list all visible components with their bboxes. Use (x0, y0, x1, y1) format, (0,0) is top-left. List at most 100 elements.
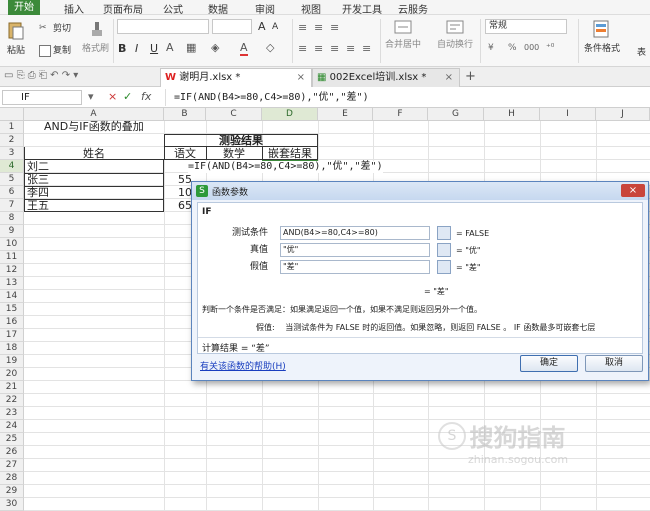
row-header[interactable]: 10 (0, 238, 24, 251)
row-header[interactable]: 29 (0, 485, 24, 498)
column-header-b[interactable]: B (164, 108, 206, 121)
menu-view[interactable]: 视图 (301, 1, 321, 16)
row-header[interactable]: 2 (0, 134, 24, 147)
collapse-dialog-icon[interactable] (437, 243, 451, 257)
row-header[interactable]: 14 (0, 290, 24, 303)
close-icon[interactable]: × (445, 69, 453, 87)
cell-b2[interactable]: 测验结果 (164, 135, 318, 147)
in-cell-formula[interactable]: =IF(AND(B4>=80,C4>=80),"优","差") (188, 161, 383, 173)
row-header[interactable]: 25 (0, 433, 24, 446)
true-value-input[interactable]: "优" (280, 243, 430, 257)
row-header[interactable]: 22 (0, 394, 24, 407)
row-header[interactable]: 27 (0, 459, 24, 472)
row-header[interactable]: 23 (0, 407, 24, 420)
cell-a5[interactable]: 张三 (27, 174, 49, 186)
quick-access-icons[interactable]: ▭ ⎘ ⎙ ⎗ ↶ ↷ ▾ (4, 70, 78, 81)
row-header[interactable]: 24 (0, 420, 24, 433)
menu-home[interactable]: 开始 (8, 0, 40, 15)
formula-input[interactable]: =IF(AND(B4>=80,C4>=80),"优","差") (165, 89, 650, 106)
italic-button[interactable]: I (135, 42, 138, 55)
menu-data[interactable]: 数据 (208, 1, 228, 16)
increase-decimal-icon[interactable]: ⁺⁰ (546, 43, 554, 53)
dialog-title-bar[interactable]: S 函数参数 × (192, 182, 648, 200)
cell-d3[interactable]: 嵌套结果 (262, 148, 318, 160)
cut-button[interactable]: ✂ 剪切 (39, 21, 71, 35)
row-header[interactable]: 15 (0, 303, 24, 316)
menu-cloud[interactable]: 云服务 (398, 1, 428, 16)
clear-format-icon[interactable]: ◇ (266, 41, 274, 54)
cancel-button[interactable]: 取消 (585, 355, 643, 372)
row-header[interactable]: 3 (0, 147, 24, 160)
border-icon[interactable]: ▦ (186, 41, 196, 54)
close-icon[interactable]: × (297, 69, 305, 87)
row-header[interactable]: 28 (0, 472, 24, 485)
row-header[interactable]: 30 (0, 498, 24, 511)
underline-button[interactable]: U (150, 42, 158, 55)
column-header-j[interactable]: J (596, 108, 650, 121)
row-header[interactable]: 9 (0, 225, 24, 238)
justify-icon[interactable]: ≡ (346, 42, 355, 55)
cell-b7[interactable]: 65 (178, 200, 192, 212)
cell-b3[interactable]: 语文 (164, 148, 206, 160)
row-header[interactable]: 18 (0, 342, 24, 355)
corner-select-all[interactable] (0, 108, 24, 121)
text-color-icon[interactable]: A (240, 41, 248, 56)
collapse-dialog-icon[interactable] (437, 226, 451, 240)
column-header-g[interactable]: G (428, 108, 484, 121)
cell-a4[interactable]: 刘二 (27, 161, 49, 173)
align-center-icon[interactable]: ≡ (314, 42, 323, 55)
row-header[interactable]: 19 (0, 355, 24, 368)
font-name-select[interactable] (117, 19, 209, 34)
column-header-c[interactable]: C (206, 108, 262, 121)
row-header[interactable]: 20 (0, 368, 24, 381)
align-left-icon[interactable]: ≡ (298, 42, 307, 55)
ok-button[interactable]: 确定 (520, 355, 578, 372)
row-header[interactable]: 12 (0, 264, 24, 277)
menu-developer[interactable]: 开发工具 (342, 1, 382, 16)
doc-tab[interactable]: ▦ 002Excel培训.xlsx * × (312, 68, 460, 87)
row-header[interactable]: 21 (0, 381, 24, 394)
bold-button[interactable]: B (118, 42, 126, 55)
cancel-icon[interactable]: × (108, 90, 117, 103)
align-right-icon[interactable]: ≡ (330, 42, 339, 55)
menu-review[interactable]: 审阅 (255, 1, 275, 16)
name-box[interactable]: IF (2, 90, 82, 105)
confirm-icon[interactable]: ✓ (123, 90, 132, 103)
table-style-button[interactable]: 表 (637, 45, 646, 58)
row-header[interactable]: 4 (0, 160, 24, 173)
row-header[interactable]: 8 (0, 212, 24, 225)
test-condition-input[interactable]: AND(B4>=80,C4>=80) (280, 226, 430, 240)
align-middle-icon[interactable]: ≡ (314, 21, 323, 34)
font-size-select[interactable] (212, 19, 252, 34)
column-header-h[interactable]: H (484, 108, 540, 121)
fill-color-icon[interactable]: ◈ (211, 41, 219, 54)
distribute-icon[interactable]: ≡ (362, 42, 371, 55)
row-header[interactable]: 16 (0, 316, 24, 329)
wrap-text-button[interactable]: 自动换行 (437, 20, 473, 50)
percent-button[interactable]: % (508, 43, 517, 53)
grow-font-button[interactable]: A (258, 20, 266, 33)
menu-insert[interactable]: 插入 (64, 1, 84, 16)
close-icon[interactable]: × (621, 184, 645, 197)
false-value-input[interactable]: "差" (280, 260, 430, 274)
merge-center-button[interactable]: 合并居中 (385, 20, 421, 50)
cell-a6[interactable]: 李四 (27, 187, 49, 199)
currency-icon[interactable]: ¥ (488, 43, 494, 53)
new-tab-icon[interactable]: + (465, 69, 476, 84)
row-header[interactable]: 5 (0, 173, 24, 186)
number-format-select[interactable]: 常规 (485, 19, 567, 34)
conditional-format-button[interactable]: 条件格式 (584, 20, 620, 54)
cell-a3[interactable]: 姓名 (24, 148, 164, 160)
column-header-i[interactable]: I (540, 108, 596, 121)
column-header-f[interactable]: F (373, 108, 428, 121)
row-header[interactable]: 11 (0, 251, 24, 264)
row-header[interactable]: 26 (0, 446, 24, 459)
column-header-d[interactable]: D (262, 108, 318, 121)
paste-button[interactable]: 粘贴 (6, 20, 26, 56)
cell-c3[interactable]: 数学 (206, 148, 262, 160)
menu-formulas[interactable]: 公式 (163, 1, 183, 16)
cell-a1[interactable]: AND与IF函数的叠加 (44, 121, 144, 133)
row-header[interactable]: 6 (0, 186, 24, 199)
fx-button[interactable]: fx (141, 90, 151, 103)
row-header[interactable]: 1 (0, 121, 24, 134)
